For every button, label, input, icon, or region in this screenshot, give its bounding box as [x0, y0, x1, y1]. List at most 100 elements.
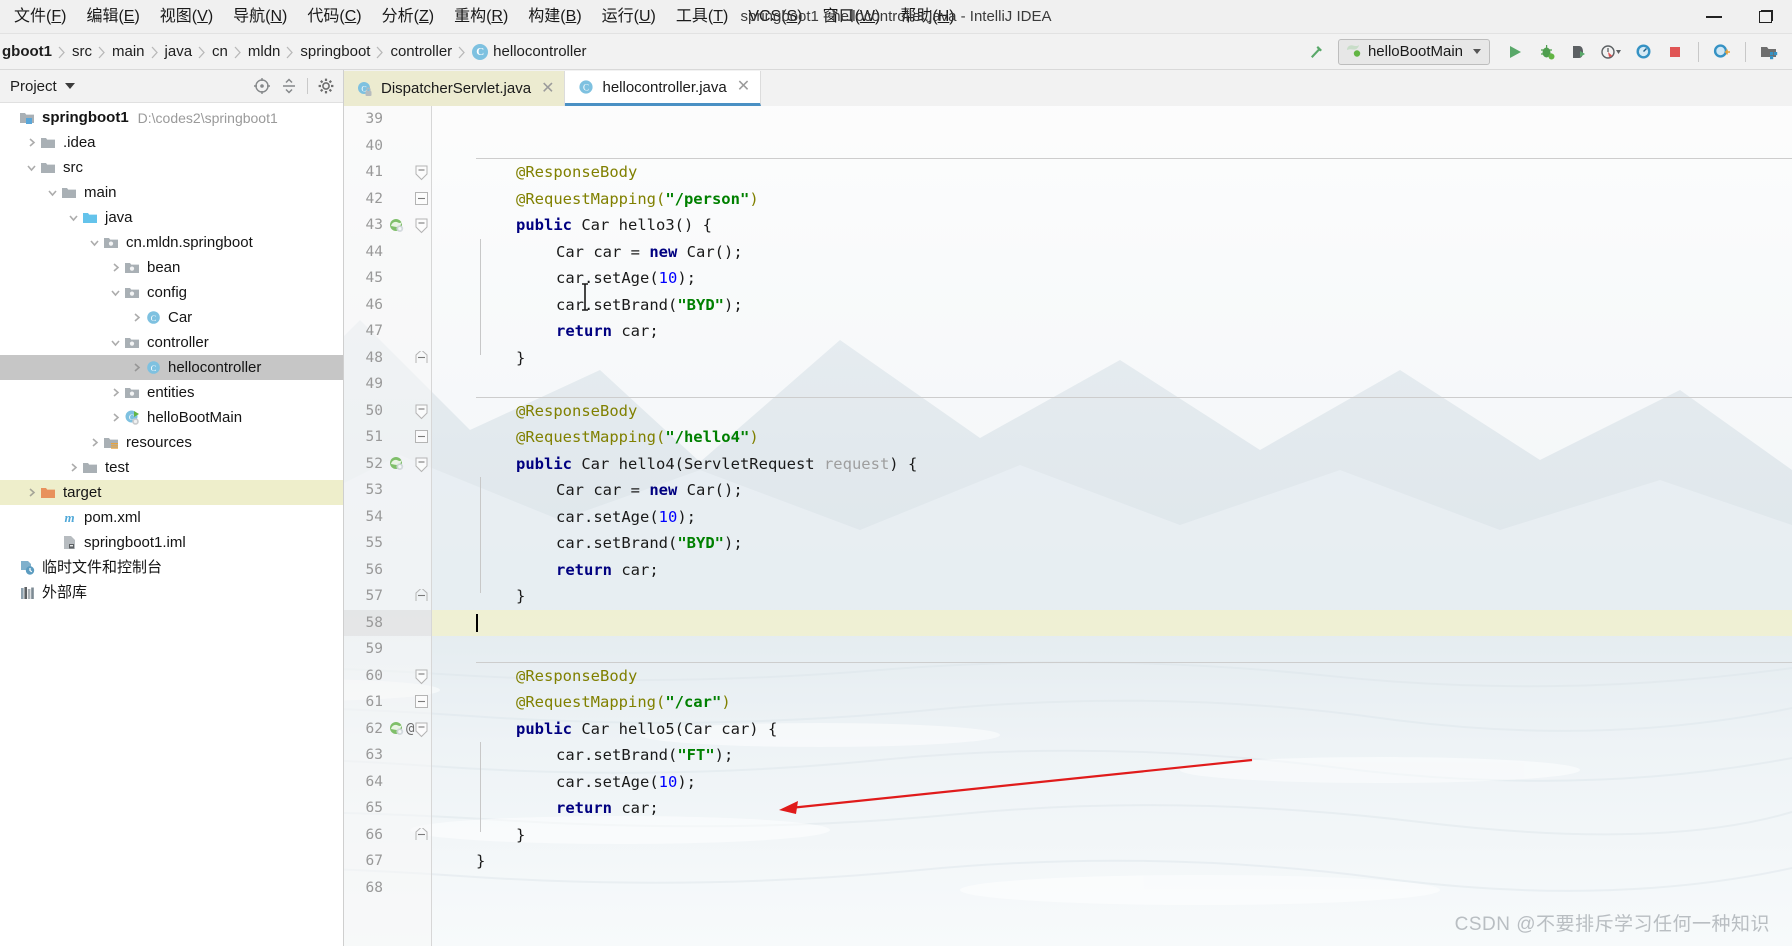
fold-end-icon[interactable] [415, 587, 428, 602]
code-line-60[interactable]: @ResponseBody [432, 663, 1792, 690]
breadcrumb-item-cn[interactable]: cn [206, 43, 234, 60]
gutter-line-62[interactable]: 62 @ [344, 716, 431, 743]
tree-node-main[interactable]: main [0, 180, 343, 205]
build-hammer-icon[interactable] [1302, 38, 1332, 66]
run-with-coverage-icon[interactable] [1564, 38, 1594, 66]
tree-node-src[interactable]: src [0, 155, 343, 180]
editor-tab-hellocontrollerjava[interactable]: Chellocontroller.java ✕ [565, 71, 762, 106]
chevron-right-icon[interactable] [109, 261, 122, 274]
menu-item-1[interactable]: 文件(F) [4, 6, 76, 28]
chevron-right-icon[interactable] [130, 361, 143, 374]
chevron-right-icon[interactable] [109, 411, 122, 424]
search-everywhere-icon[interactable] [1628, 38, 1658, 66]
run-configuration-selector[interactable]: helloBootMain [1337, 38, 1490, 65]
gutter-line-55[interactable]: 55 [344, 530, 431, 557]
code-line-49[interactable] [432, 371, 1792, 398]
gutter-line-63[interactable]: 63 [344, 742, 431, 769]
editor-gutter[interactable]: 39 40 41 42 43 44 45 46 47 48 49 50 51 52 53 54 55 56 57 58… [344, 106, 432, 946]
chevron-right-icon[interactable] [25, 486, 38, 499]
breadcrumb-item-main[interactable]: main [106, 43, 151, 60]
chevron-right-icon[interactable] [67, 461, 80, 474]
code-line-40[interactable] [432, 133, 1792, 160]
close-icon[interactable]: ✕ [737, 79, 750, 95]
breadcrumb-item-hellocontroller[interactable]: Chellocontroller [466, 43, 592, 60]
code-line-58[interactable] [432, 609, 1792, 636]
code-line-59[interactable] [432, 636, 1792, 663]
chevron-down-icon[interactable] [46, 186, 59, 199]
gutter-line-48[interactable]: 48 [344, 345, 431, 372]
spring-bean-icon[interactable] [389, 721, 404, 736]
code-line-51[interactable]: @RequestMapping("/hello4") [432, 424, 1792, 451]
tree-node-cn.mldn.springboot[interactable]: cn.mldn.springboot [0, 230, 343, 255]
code-line-66[interactable]: } [432, 822, 1792, 849]
gutter-line-40[interactable]: 40 [344, 133, 431, 160]
code-line-63[interactable]: car.setBrand("FT"); [432, 742, 1792, 769]
tree-node-hellocontroller[interactable]: Chellocontroller [0, 355, 343, 380]
settings-gear-icon[interactable] [317, 77, 335, 95]
gutter-line-58[interactable]: 58 [344, 609, 431, 636]
gutter-line-46[interactable]: 46 [344, 292, 431, 319]
gutter-line-39[interactable]: 39 [344, 106, 431, 133]
chevron-down-icon[interactable] [109, 286, 122, 299]
tree-node-car[interactable]: C Car [0, 305, 343, 330]
gutter-line-61[interactable]: 61 [344, 689, 431, 716]
attach-profiler-icon[interactable] [1707, 38, 1737, 66]
code-line-54[interactable]: car.setAge(10); [432, 504, 1792, 531]
tree-node-临时文件和控制台[interactable]: 临时文件和控制台 [0, 555, 343, 580]
gutter-line-59[interactable]: 59 [344, 636, 431, 663]
menu-item-11[interactable]: VCS(S) [738, 6, 812, 28]
chevron-down-icon[interactable] [25, 161, 38, 174]
gutter-line-43[interactable]: 43 [344, 212, 431, 239]
menu-item-5[interactable]: 代码(C) [297, 6, 371, 28]
tree-node-entities[interactable]: entities [0, 380, 343, 405]
gutter-line-49[interactable]: 49 [344, 371, 431, 398]
code-line-57[interactable]: } [432, 583, 1792, 610]
gutter-line-45[interactable]: 45 [344, 265, 431, 292]
fold-expanded-icon[interactable] [415, 165, 428, 181]
fold-expanded-icon[interactable] [415, 404, 428, 419]
gutter-line-50[interactable]: 50 [344, 398, 431, 425]
fold-end-icon[interactable] [415, 825, 428, 841]
code-line-52[interactable]: public Car hello4(ServletRequest request… [432, 451, 1792, 478]
menu-item-10[interactable]: 工具(T) [666, 6, 738, 28]
code-line-48[interactable]: } [432, 345, 1792, 372]
code-line-42[interactable]: @RequestMapping("/person") [432, 186, 1792, 213]
gutter-line-41[interactable]: 41 [344, 159, 431, 186]
chevron-right-icon[interactable] [109, 386, 122, 399]
code-line-45[interactable]: car.setAge(10); [432, 265, 1792, 292]
breadcrumb-item-springboot[interactable]: springboot [294, 43, 376, 60]
code-line-46[interactable]: car.setBrand("BYD"); [432, 292, 1792, 319]
code-line-41[interactable]: @ResponseBody [432, 159, 1792, 186]
code-line-43[interactable]: public Car hello3() { [432, 212, 1792, 239]
gutter-line-66[interactable]: 66 [344, 822, 431, 849]
code-line-39[interactable] [432, 106, 1792, 133]
gutter-line-60[interactable]: 60 [344, 663, 431, 690]
gutter-line-68[interactable]: 68 [344, 875, 431, 902]
code-line-56[interactable]: return car; [432, 557, 1792, 584]
tree-node-config[interactable]: config [0, 280, 343, 305]
breadcrumb-item-gboot1[interactable]: gboot1 [0, 43, 58, 60]
fold-expanded-icon[interactable] [415, 722, 428, 737]
gutter-line-65[interactable]: 65 [344, 795, 431, 822]
menu-item-2[interactable]: 编辑(E) [76, 6, 149, 28]
project-tree[interactable]: springboot1 D:\codes2\springboot1 .idea src… [0, 103, 343, 946]
code-line-67[interactable]: } [432, 848, 1792, 875]
run-icon[interactable] [1500, 38, 1530, 66]
gutter-line-51[interactable]: 51 [344, 424, 431, 451]
menu-item-6[interactable]: 分析(Z) [372, 6, 444, 28]
code-text-area[interactable]: @ResponseBody @RequestMapping("/person") p… [432, 106, 1792, 946]
chevron-right-icon[interactable] [88, 436, 101, 449]
tree-node-target[interactable]: target [0, 480, 343, 505]
tree-node-外部库[interactable]: 外部库 [0, 580, 343, 605]
tree-node-java[interactable]: java [0, 205, 343, 230]
tree-node-test[interactable]: test [0, 455, 343, 480]
menu-item-9[interactable]: 运行(U) [592, 6, 666, 28]
gutter-line-42[interactable]: 42 [344, 186, 431, 213]
tree-node-hellobootmain[interactable]: ChelloBootMain [0, 405, 343, 430]
collapse-all-icon[interactable] [280, 77, 298, 95]
tree-node-bean[interactable]: bean [0, 255, 343, 280]
breadcrumb-item-controller[interactable]: controller [384, 43, 458, 60]
chevron-down-icon[interactable] [67, 211, 80, 224]
gutter-line-57[interactable]: 57 [344, 583, 431, 610]
menu-item-13[interactable]: 帮助(H) [890, 6, 964, 28]
